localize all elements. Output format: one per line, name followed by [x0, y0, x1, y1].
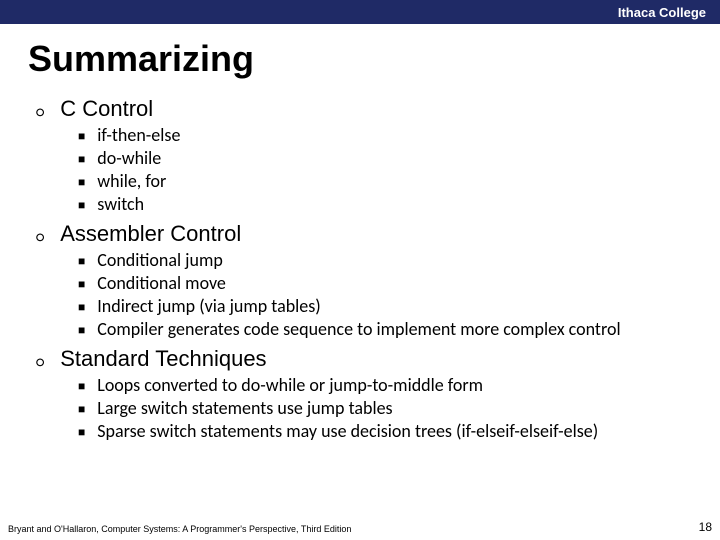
- slide: Ithaca College Summarizing ○ C Control ■…: [0, 0, 720, 540]
- list-item: ■ Conditional jump: [78, 249, 700, 271]
- list-item: ■ if-then-else: [78, 124, 700, 146]
- org-name: Ithaca College: [618, 5, 706, 20]
- item-text: switch: [97, 193, 144, 215]
- section-c-control: ○ C Control: [36, 96, 700, 122]
- item-text: Loops converted to do-while or jump-to-m…: [97, 374, 483, 396]
- list-item: ■ Large switch statements use jump table…: [78, 397, 700, 419]
- item-text: Large switch statements use jump tables: [97, 397, 392, 419]
- square-bullet-icon: ■: [78, 323, 85, 338]
- footer: Bryant and O'Hallaron, Computer Systems:…: [8, 520, 712, 534]
- square-bullet-icon: ■: [78, 277, 85, 292]
- list-item: ■ while, for: [78, 170, 700, 192]
- header-bar: Ithaca College: [0, 0, 720, 24]
- square-bullet-icon: ■: [78, 152, 85, 167]
- section-title: C Control: [60, 96, 153, 122]
- item-text: Compiler generates code sequence to impl…: [97, 318, 620, 340]
- item-text: Sparse switch statements may use decisio…: [97, 420, 598, 442]
- item-text: if-then-else: [97, 124, 180, 146]
- section-assembler-control: ○ Assembler Control: [36, 221, 700, 247]
- square-bullet-icon: ■: [78, 175, 85, 190]
- square-bullet-icon: ■: [78, 402, 85, 417]
- section-title: Standard Techniques: [60, 346, 266, 372]
- ring-bullet-icon: ○: [36, 104, 44, 122]
- slide-title: Summarizing: [0, 24, 720, 90]
- list-item: ■ do-while: [78, 147, 700, 169]
- square-bullet-icon: ■: [78, 254, 85, 269]
- section-standard-techniques: ○ Standard Techniques: [36, 346, 700, 372]
- section-title: Assembler Control: [60, 221, 241, 247]
- item-text: while, for: [97, 170, 166, 192]
- footer-citation: Bryant and O'Hallaron, Computer Systems:…: [8, 524, 351, 534]
- item-text: Conditional move: [97, 272, 226, 294]
- item-text: Conditional jump: [97, 249, 223, 271]
- ring-bullet-icon: ○: [36, 229, 44, 247]
- list-item: ■ Loops converted to do-while or jump-to…: [78, 374, 700, 396]
- square-bullet-icon: ■: [78, 129, 85, 144]
- ring-bullet-icon: ○: [36, 354, 44, 372]
- list-item: ■ switch: [78, 193, 700, 215]
- list-item: ■ Sparse switch statements may use decis…: [78, 420, 700, 442]
- page-number: 18: [699, 520, 712, 534]
- list-item: ■ Conditional move: [78, 272, 700, 294]
- list-item: ■ Compiler generates code sequence to im…: [78, 318, 700, 340]
- content-area: ○ C Control ■ if-then-else ■ do-while ■ …: [0, 96, 720, 442]
- item-text: Indirect jump (via jump tables): [97, 295, 321, 317]
- square-bullet-icon: ■: [78, 300, 85, 315]
- square-bullet-icon: ■: [78, 198, 85, 213]
- item-text: do-while: [97, 147, 161, 169]
- square-bullet-icon: ■: [78, 425, 85, 440]
- square-bullet-icon: ■: [78, 379, 85, 394]
- list-item: ■ Indirect jump (via jump tables): [78, 295, 700, 317]
